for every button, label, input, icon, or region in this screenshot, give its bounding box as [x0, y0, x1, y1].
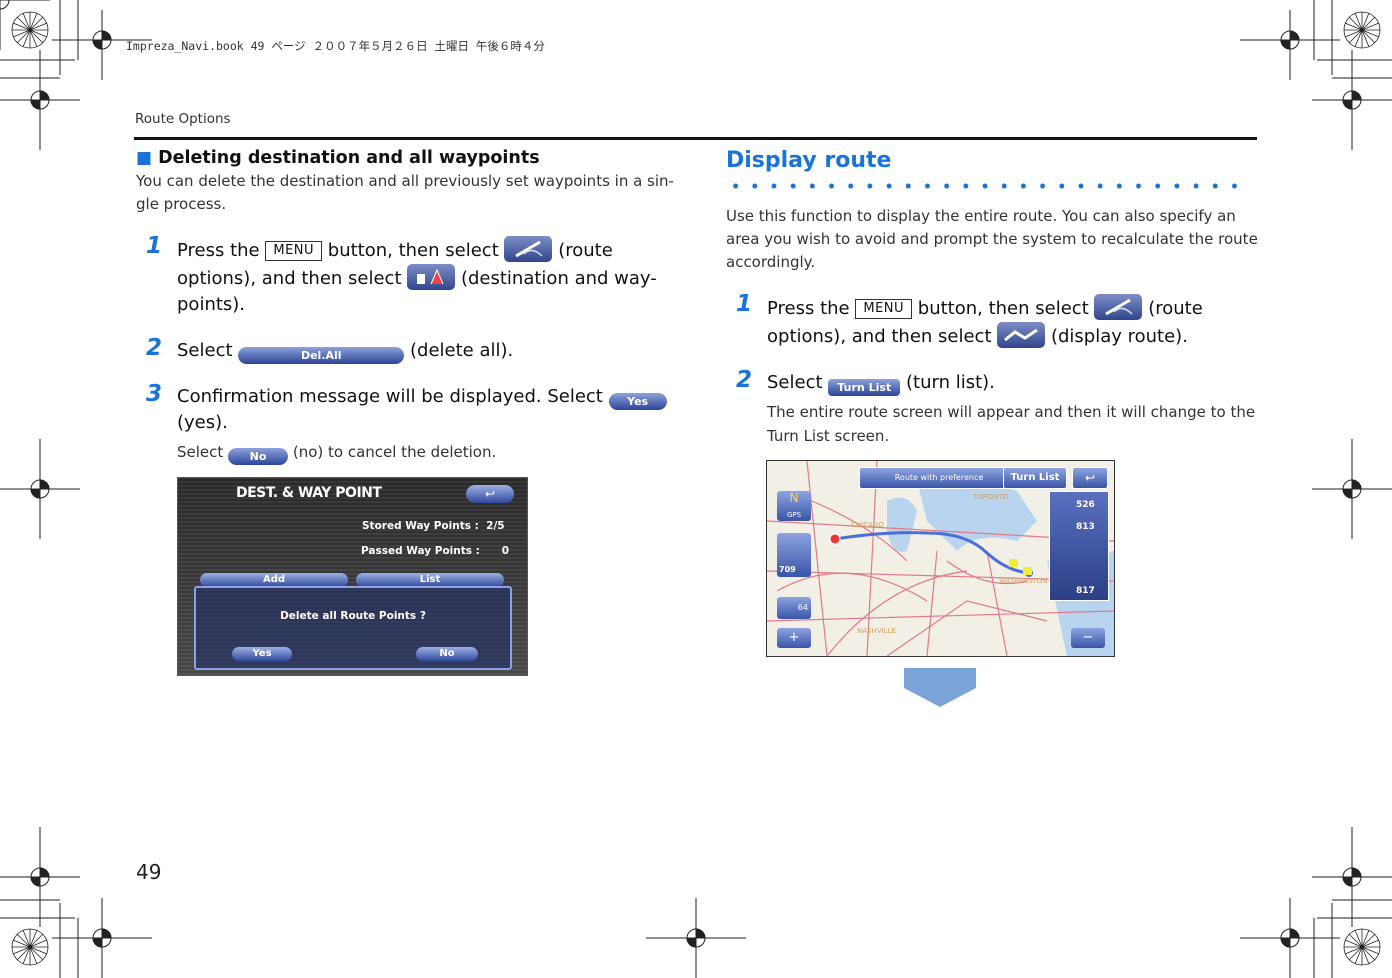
step-number: 2 [736, 367, 753, 393]
print-metadata: Impreza_Navi.book 49 ページ ２００７年５月２６日 土曜日 … [126, 39, 545, 53]
step-number: 2 [146, 335, 163, 361]
right-column: Display route Use this function to displ… [726, 148, 1258, 448]
dest-waypoint-screenshot: DEST. & WAY POINT ↩ Stored Way Points : … [177, 477, 528, 676]
subsection-heading: ■ Deleting destination and all waypoints [136, 148, 540, 168]
route-options-icon [504, 236, 553, 262]
confirm-dialog: Delete all Route Points ? Yes No [194, 586, 512, 670]
route-banner: Route with preference [859, 467, 1019, 489]
step-number: 3 [146, 381, 163, 407]
dialog-no-button: No [416, 647, 478, 661]
zoom-scale: 64 [777, 597, 811, 619]
route-map-screenshot: Route with preference Turn List ↩ N GPS … [766, 460, 1115, 657]
yes-button-image: Yes [608, 393, 667, 410]
zoom-in-icon: + [777, 628, 811, 648]
square-bullet-icon: ■ [136, 148, 153, 168]
step-1: 1 Press the MENU button, then select (ro… [736, 291, 1203, 348]
city-label: NASHVILLE [857, 627, 896, 635]
add-button: Add [200, 573, 348, 587]
turn-list-note: The entire route screen will appear and … [767, 403, 1256, 445]
scale-value: 709 [779, 565, 796, 574]
turn-distance-panel: 526 813 817 [1049, 491, 1109, 601]
step-1: 1 Press the MENU button, then select (ro… [146, 233, 657, 315]
distance-2: 813 [1076, 522, 1095, 532]
delete-all-button-image: Del.All [238, 347, 405, 364]
stored-waypoints: Stored Way Points : 2/5 [362, 520, 505, 532]
step-number: 1 [736, 291, 753, 317]
turn-list-button-image: Turn List [828, 379, 901, 396]
distance-1: 526 [1076, 500, 1095, 510]
running-header: Route Options [135, 111, 231, 127]
city-label: CHICAGO [851, 521, 884, 529]
page-number: 49 [136, 860, 162, 884]
intro-paragraph: You can delete the destination and all p… [136, 172, 674, 213]
menu-key: MENU [265, 241, 323, 261]
no-button-image: No [228, 448, 289, 465]
dialog-message: Delete all Route Points ? [280, 610, 426, 622]
step-number: 1 [146, 233, 163, 259]
dialog-yes-button: Yes [232, 647, 292, 661]
menu-key: MENU [855, 299, 913, 319]
passed-waypoints: Passed Way Points : 0 [361, 545, 510, 557]
header-rule [134, 137, 1257, 140]
city-label: WASHINGTON [999, 577, 1048, 585]
dotted-divider [726, 183, 1246, 189]
map-turn-list-button: Turn List [1003, 467, 1067, 489]
section-title: Display route [726, 148, 892, 173]
step-3: 3 Confirmation message will be displayed… [136, 381, 676, 436]
down-arrow-icon [904, 668, 976, 707]
list-button: List [356, 573, 504, 587]
screen-title: DEST. & WAY POINT [236, 485, 382, 501]
route-options-icon [1094, 294, 1143, 320]
back-icon: ↩ [466, 485, 514, 503]
step-2: 2 Select Turn List (turn list). [736, 367, 995, 396]
gps-label: GPS [786, 511, 802, 519]
destination-waypoints-icon [407, 264, 456, 290]
distance-3: 817 [1076, 586, 1095, 596]
back-icon: ↩ [1072, 467, 1108, 489]
left-column: ■ Deleting destination and all waypoints… [136, 148, 676, 465]
cancel-note: Select No (no) to cancel the deletion. [177, 443, 497, 465]
city-label: TORONTO [973, 493, 1009, 501]
display-route-icon [997, 322, 1046, 348]
step-2: 2 Select Del.All (delete all). [146, 335, 514, 364]
zoom-out-icon: − [1071, 628, 1105, 648]
intro-paragraph: Use this function to display the entire … [726, 207, 1258, 271]
